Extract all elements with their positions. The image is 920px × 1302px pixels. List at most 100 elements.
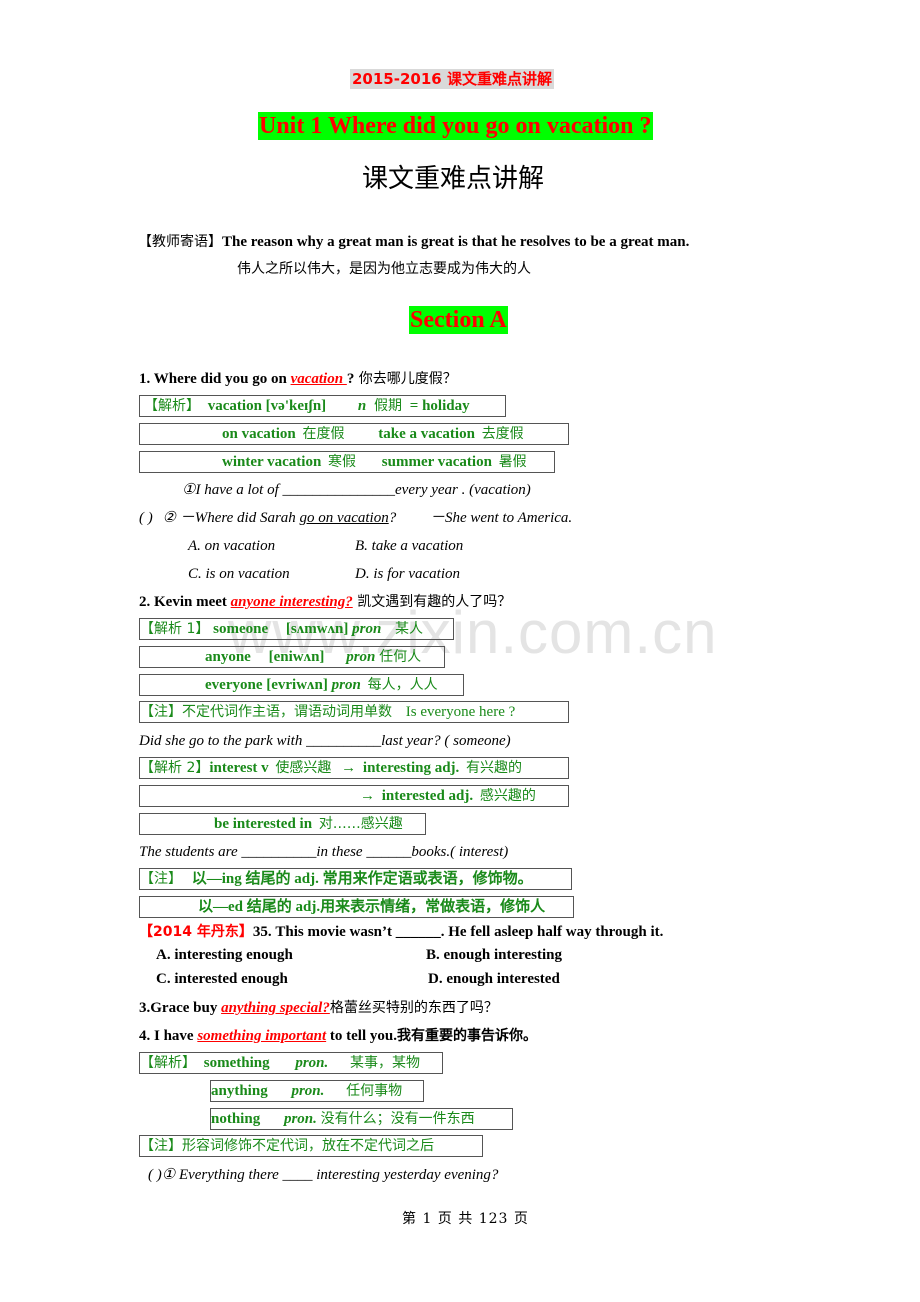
answer-text: －She went to America. [429, 510, 573, 526]
phrase: on vacation [222, 426, 296, 442]
part-of-speech: pron [331, 677, 361, 693]
option-b: B. take a vacation [355, 538, 464, 554]
item2-exercise-2: The students are __________in these ____… [139, 844, 509, 860]
part-of-speech: pron. [283, 1111, 317, 1127]
item4-suffix: to tell you. [326, 1028, 397, 1044]
part-of-speech: n [357, 398, 367, 414]
item2-analysis-box-2: anyone [eniwʌn] pron 任何人 [139, 646, 445, 668]
analysis-label: 【解析】 [140, 1055, 196, 1071]
phrase-meaning: 寒假 [328, 454, 357, 470]
top-title: 2015-2016 课文重难点讲解 [350, 69, 554, 89]
item2-exercise-1: Did she go to the park with __________la… [139, 733, 511, 749]
phrase-meaning: 在度假 [302, 426, 345, 442]
question-mark: ? [388, 510, 397, 526]
note-label: 【注】 [140, 1138, 182, 1154]
item3-prefix: 3.Grace buy [139, 1000, 222, 1016]
word: interest v [209, 760, 269, 776]
item2-analysis-box-1: 【解析 1】 someone [sʌmwʌn] pron 某人 [139, 618, 454, 640]
option-c: C. is on vacation [188, 566, 290, 582]
phrase-meaning: 对……感兴趣 [318, 816, 403, 832]
meaning: 每人，人人 [367, 677, 438, 693]
word: someone [213, 621, 269, 637]
option-d: D. is for vacation [355, 566, 460, 582]
item2-prefix: 2. Kevin meet [139, 594, 231, 610]
note-example: Is everyone here ? [405, 704, 516, 720]
phonetic: [sʌmwʌn] [285, 621, 349, 637]
exam-option-a: A. interesting enough [156, 947, 293, 963]
word: vacation [və'keɪʃn] [207, 398, 327, 414]
meaning: 使感兴趣 [275, 760, 332, 776]
meaning: 某事，某物 [350, 1055, 421, 1071]
answer-blank: ( ) [148, 1167, 162, 1183]
teacher-motto: 【教师寄语】The reason why a great man is grea… [138, 231, 689, 251]
analysis-label: 【解析】 [144, 398, 200, 414]
equivalent: = holiday [409, 398, 470, 414]
note-text: 不定代词作主语，谓语动词用单数 [182, 704, 392, 720]
option-a: A. on vacation [188, 538, 276, 554]
word: nothing [211, 1111, 261, 1127]
meaning: 任何人 [379, 649, 422, 665]
item2-note-box: 【注】不定代词作主语，谓语动词用单数 Is everyone here ? [139, 701, 569, 723]
item1-prefix: 1. Where did you go on [139, 371, 291, 387]
item4-question: 4. I have something important to tell yo… [139, 1026, 537, 1046]
item2-question: 2. Kevin meet anyone interesting? 凯文遇到有趣… [139, 592, 511, 612]
answer-blank: ( ) [139, 510, 153, 526]
question-text: ① Everything there ____ interesting yest… [161, 1167, 499, 1183]
underlined-text: go on vacation [299, 510, 389, 526]
item2-analysis-box-3: everyone [evriwʌn] pron 每人，人人 [139, 674, 464, 696]
phonetic: [eniwʌn] [268, 649, 325, 665]
exam-tag: 【2014 年丹东】 [139, 924, 253, 940]
exam-question-text: 35. This movie wasn’t ______. He fell as… [252, 924, 664, 940]
word: interested adj. [381, 788, 474, 804]
item3-cn: 格蕾丝买特别的东西了吗？ [329, 1000, 498, 1016]
item2-analysis-box-4: 【解析 2】interest v 使感兴趣 → interesting adj.… [139, 757, 569, 779]
word: anyone [205, 649, 251, 665]
item2-analysis-box-6: be interested in 对……感兴趣 [139, 813, 426, 835]
part-of-speech: pron [346, 649, 376, 665]
phonetic: [evriwʌn] [266, 677, 328, 693]
main-title: 课文重难点讲解 [362, 164, 545, 194]
motto-label: 【教师寄语】 [138, 234, 222, 250]
item4-cn: 我有重要的事告诉你。 [396, 1028, 537, 1044]
phrase-meaning: 去度假 [481, 426, 524, 442]
word: something [203, 1055, 270, 1071]
meaning: 任何事物 [346, 1083, 403, 1099]
item3-keyword: anything special? [221, 1000, 330, 1016]
note-label: 【注】 [140, 704, 182, 720]
meaning: 感兴趣的 [479, 788, 536, 804]
document-page: 2015-2016 课文重难点讲解 Unit 1 Where did you g… [0, 0, 920, 1302]
item2-keyword: anyone interesting? [230, 594, 353, 610]
item4-note-box: 【注】形容词修饰不定代词，放在不定代词之后 [139, 1135, 483, 1157]
item2-note-box-2: 【注】 以—ing 结尾的 adj. 常用来作定语或表语，修饰物。 [139, 868, 572, 890]
meaning: 有兴趣的 [466, 760, 523, 776]
part-of-speech: pron. [291, 1083, 325, 1099]
item4-prefix: 4. I have [139, 1028, 198, 1044]
exam-option-c: C. interested enough [156, 971, 288, 987]
analysis-label: 【解析 1】 [140, 621, 210, 637]
exam-option-d: D. enough interested [428, 971, 560, 987]
word: interesting adj. [362, 760, 460, 776]
item1-phrase-box-1: on vacation 在度假 take a vacation 去度假 [139, 423, 569, 445]
phrase: summer vacation [381, 454, 492, 470]
item4-exercise-1: ( )① Everything there ____ interesting y… [148, 1165, 498, 1185]
item4-analysis-box-3: nothing pron. 没有什么；没有一件东西 [210, 1108, 513, 1130]
item1-question: 1. Where did you go on vacation ? 你去哪儿度假… [139, 369, 457, 389]
phrase-meaning: 暑假 [498, 454, 527, 470]
phrase: be interested in [214, 816, 313, 832]
note-text: 以—ing 结尾的 adj. 常用来作定语或表语，修饰物。 [191, 871, 533, 887]
meaning: 某人 [395, 621, 424, 637]
analysis-label: 【解析 2】 [140, 760, 210, 776]
motto-cn: 伟人之所以伟大，是因为他立志要成为伟大的人 [237, 261, 531, 277]
section-title: Section A [409, 306, 508, 334]
item1-phrase-box-2: winter vacation 寒假 summer vacation 暑假 [139, 451, 555, 473]
phrase: take a vacation [378, 426, 475, 442]
phrase: winter vacation [222, 454, 322, 470]
item1-analysis-box: 【解析】 vacation [və'keɪʃn] n 假期 = holiday [139, 395, 506, 417]
unit-title: Unit 1 Where did you go on vacation ? [258, 112, 653, 140]
arrow-icon: → [360, 788, 375, 804]
item1-keyword: vacation [290, 371, 347, 387]
arrow-icon: → [341, 760, 357, 776]
exam-question: 【2014 年丹东】35. This movie wasn’t ______. … [139, 922, 663, 942]
item1-exercise-2: ( ) ② －Where did Sarah go on vacation? －… [139, 508, 572, 528]
page-footer: 第 1 页 共 123 页 [402, 1211, 529, 1227]
